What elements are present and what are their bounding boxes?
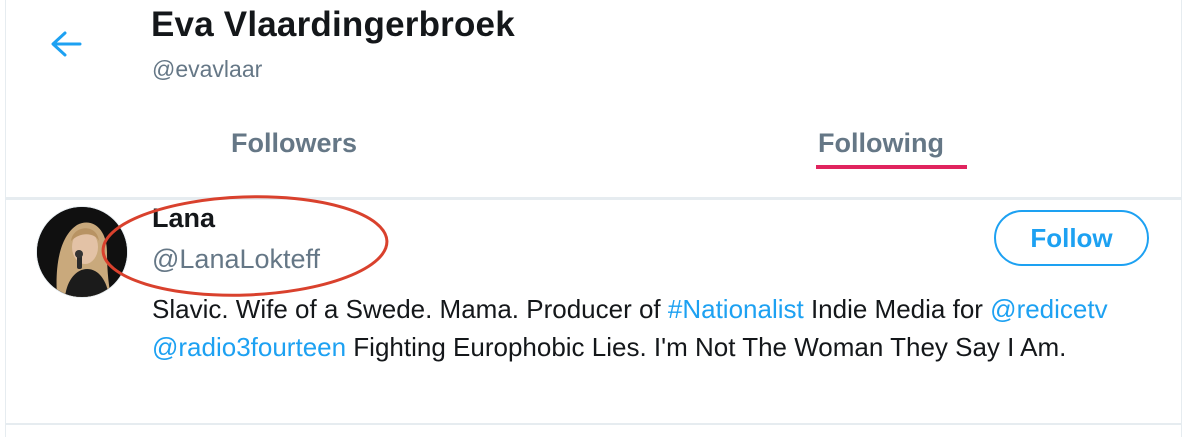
mention-link[interactable]: @redicetv [990,294,1107,324]
tab-following[interactable]: Following [818,128,944,159]
hashtag-link[interactable]: #Nationalist [668,294,804,324]
avatar[interactable] [36,206,128,298]
row-divider [5,423,1182,425]
profile-name: Eva Vlaardingerbroek [151,5,515,44]
tabs-divider [5,197,1182,200]
user-handle[interactable]: @LanaLokteff [152,244,320,275]
user-bio: Slavic. Wife of a Swede. Mama. Producer … [152,290,1162,366]
follow-button[interactable]: Follow [994,210,1149,266]
column-border-right [1181,0,1182,437]
bio-text: Fighting Europhobic Lies. I'm Not The Wo… [346,332,1067,362]
profile-handle: @evavlaar [152,56,263,82]
back-button[interactable] [40,22,92,66]
tab-followers[interactable]: Followers [231,128,357,159]
column-border-left [5,0,6,437]
following-page: Eva Vlaardingerbroek @evavlaar Followers… [0,0,1200,437]
bio-text: Slavic. Wife of a Swede. Mama. Producer … [152,294,668,324]
mention-link[interactable]: @radio3fourteen [152,332,346,362]
active-tab-indicator [816,165,967,169]
bio-text: Indie Media for [803,294,991,324]
avatar-image [37,207,127,297]
arrow-left-icon [51,31,82,57]
user-name[interactable]: Lana [152,203,215,234]
